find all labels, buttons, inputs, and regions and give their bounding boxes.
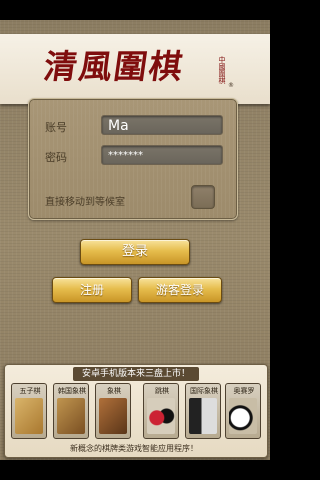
promo-app-chess[interactable]: 国际象棋	[185, 383, 221, 439]
promo-app-checkers[interactable]: 跳棋	[143, 383, 179, 439]
promo-app-xiangqi[interactable]: 象棋	[95, 383, 131, 439]
auto-room-checkbox[interactable]	[191, 185, 215, 209]
promo-app-label: 奥赛罗	[233, 387, 255, 395]
app-title: 清風圍棋	[41, 47, 187, 86]
promo-app-gomoku[interactable]: 五子棋	[11, 383, 47, 439]
promo-app-label: 五子棋	[19, 387, 41, 395]
password-label: 密码	[45, 151, 67, 164]
gomoku-board-icon	[15, 398, 43, 434]
login-screen: 清風圍棋 中國圍棋 ® 账号 Ma 密码 ******* 直接移动到等候室 登录…	[0, 20, 270, 460]
promo-app-list: 五子棋 韩国象棋 象棋 跳棋 国际象棋 奥赛罗	[11, 383, 261, 441]
bottom-bar	[0, 460, 270, 480]
promo-app-label: 跳棋	[155, 387, 169, 395]
password-row: 密码 *******	[29, 145, 237, 167]
login-button[interactable]: 登录	[80, 239, 190, 265]
chess-pieces-icon	[189, 398, 217, 434]
guest-login-button[interactable]: 游客登录	[138, 277, 222, 303]
password-input[interactable]: *******	[101, 145, 223, 165]
promo-tagline: 新概念的棋牌类游戏智能应用程序！	[70, 444, 198, 453]
promo-app-label: 象棋	[107, 387, 121, 395]
promo-app-label: 韩国象棋	[58, 387, 86, 395]
promo-banner[interactable]: 安卓手机版本来三盘上市！ 五子棋 韩国象棋 象棋 跳棋 国际象棋 奥赛罗 新概念…	[4, 364, 268, 458]
account-row: 账号 Ma	[29, 115, 237, 137]
auto-room-label: 直接移动到等候室	[45, 197, 125, 208]
account-label: 账号	[45, 121, 67, 134]
promo-app-label: 国际象棋	[190, 387, 218, 395]
account-input[interactable]: Ma	[101, 115, 223, 135]
othello-pieces-icon	[229, 398, 257, 434]
checkers-pieces-icon	[147, 398, 175, 434]
register-button[interactable]: 注册	[52, 277, 132, 303]
promo-headline: 安卓手机版本来三盘上市！	[73, 367, 199, 381]
seal-text: 中國圍棋	[218, 56, 226, 84]
xiangqi-board-icon	[99, 398, 127, 434]
promo-app-othello[interactable]: 奥赛罗	[225, 383, 261, 439]
promo-app-janggi[interactable]: 韩国象棋	[53, 383, 89, 439]
registered-mark: ®	[228, 82, 234, 89]
login-panel: 账号 Ma 密码 ******* 直接移动到等候室	[28, 98, 238, 220]
title-banner: 清風圍棋 中國圍棋 ®	[0, 34, 270, 104]
status-bar	[0, 0, 270, 20]
janggi-board-icon	[57, 398, 85, 434]
